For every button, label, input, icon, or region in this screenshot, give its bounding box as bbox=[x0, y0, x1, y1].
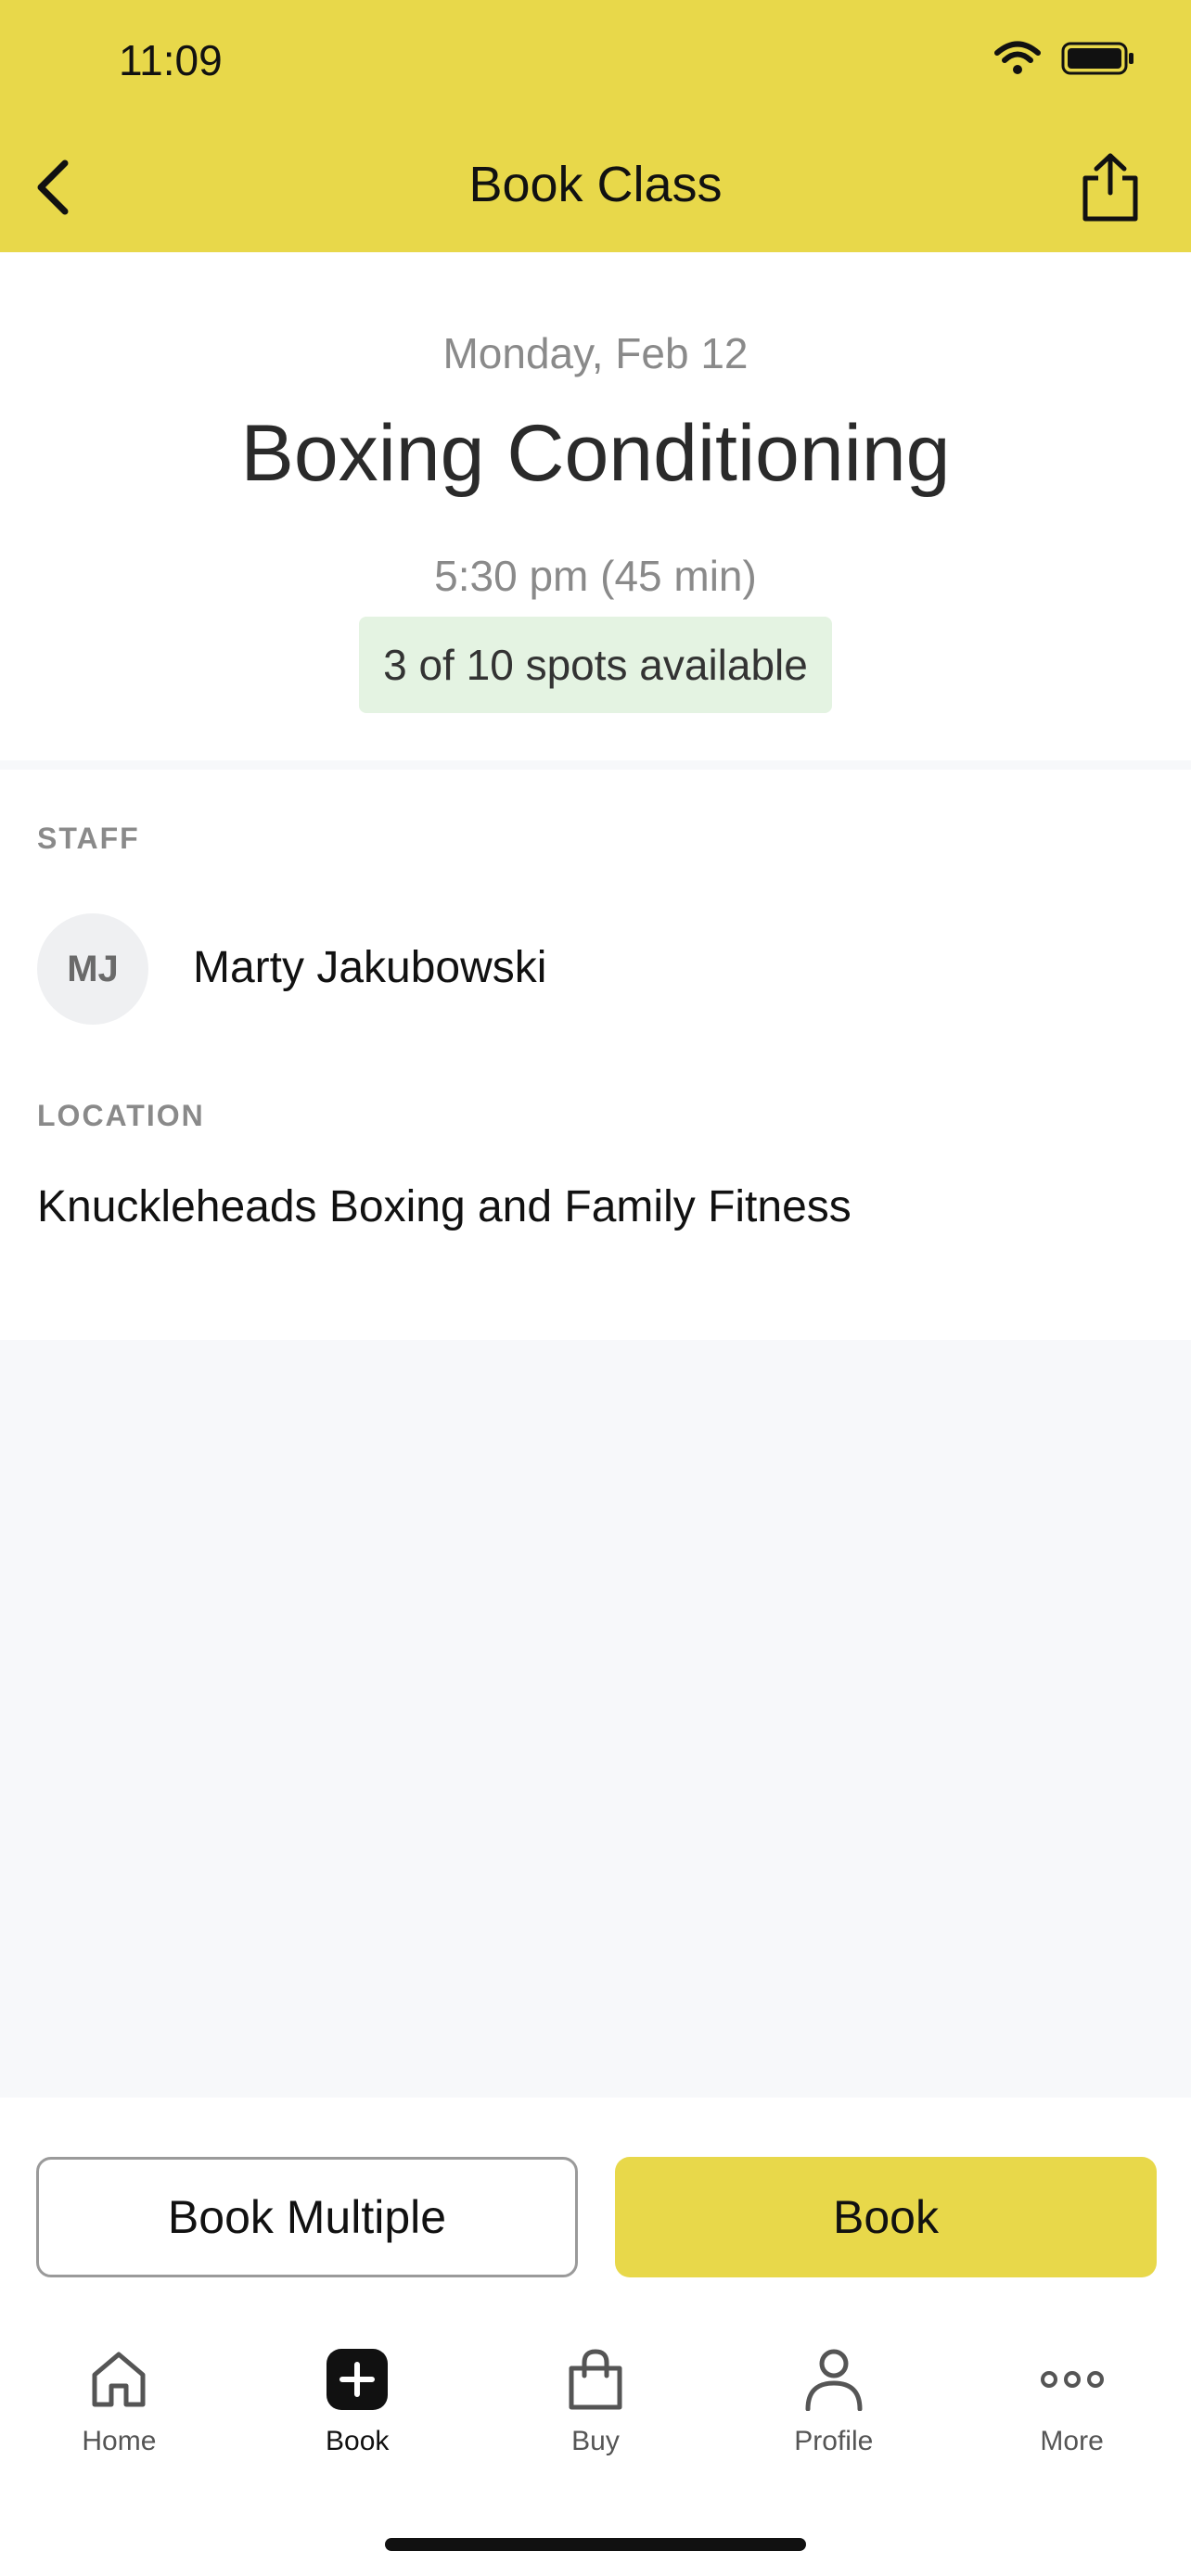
class-time: 5:30 pm (45 min) bbox=[434, 552, 757, 600]
tab-more-label: More bbox=[1040, 2426, 1104, 2456]
tab-buy-label: Buy bbox=[571, 2426, 620, 2456]
class-details: STAFF MJ Marty Jakubowski LOCATION Knuck… bbox=[0, 770, 1191, 1340]
home-indicator bbox=[385, 2538, 806, 2551]
shopping-bag-icon bbox=[569, 2349, 622, 2410]
home-icon bbox=[92, 2352, 146, 2407]
tab-buy[interactable]: Buy bbox=[477, 2346, 715, 2485]
location-name[interactable]: Knuckleheads Boxing and Family Fitness bbox=[37, 1181, 852, 1232]
tab-home[interactable]: Home bbox=[0, 2346, 238, 2485]
page-title: Book Class bbox=[468, 157, 723, 212]
plus-square-icon bbox=[327, 2349, 389, 2410]
location-section-label: LOCATION bbox=[37, 1099, 205, 1132]
staff-section-label: STAFF bbox=[37, 822, 140, 855]
battery-icon bbox=[1061, 42, 1133, 75]
book-button[interactable]: Book bbox=[615, 2157, 1157, 2277]
tab-more[interactable]: More bbox=[953, 2346, 1191, 2485]
status-time: 11:09 bbox=[119, 36, 223, 84]
tab-profile-label: Profile bbox=[794, 2426, 874, 2456]
more-dots-icon bbox=[1040, 2371, 1104, 2388]
tab-home-label: Home bbox=[82, 2426, 157, 2456]
tab-book[interactable]: Book bbox=[238, 2346, 477, 2485]
bottom-panel: Book Multiple Book bbox=[0, 2098, 1191, 2576]
share-icon bbox=[1082, 153, 1138, 222]
wifi-icon bbox=[994, 41, 1041, 74]
avatar: MJ bbox=[37, 913, 148, 1025]
staff-name[interactable]: Marty Jakubowski bbox=[193, 942, 546, 993]
tab-profile[interactable]: Profile bbox=[714, 2346, 953, 2485]
app-header: 11:09 Book Class bbox=[0, 0, 1191, 252]
spots-available-badge: 3 of 10 spots available bbox=[359, 617, 832, 713]
status-icons bbox=[994, 41, 1135, 76]
tab-bar: Home Book Buy Profile More bbox=[0, 2346, 1191, 2485]
class-date: Monday, Feb 12 bbox=[442, 329, 749, 377]
share-button[interactable] bbox=[1076, 150, 1145, 224]
book-multiple-button[interactable]: Book Multiple bbox=[36, 2157, 578, 2277]
class-title: Boxing Conditioning bbox=[240, 409, 951, 498]
class-summary: Monday, Feb 12 Boxing Conditioning 5:30 … bbox=[0, 252, 1191, 760]
person-icon bbox=[805, 2349, 863, 2411]
tab-book-label: Book bbox=[326, 2426, 390, 2456]
